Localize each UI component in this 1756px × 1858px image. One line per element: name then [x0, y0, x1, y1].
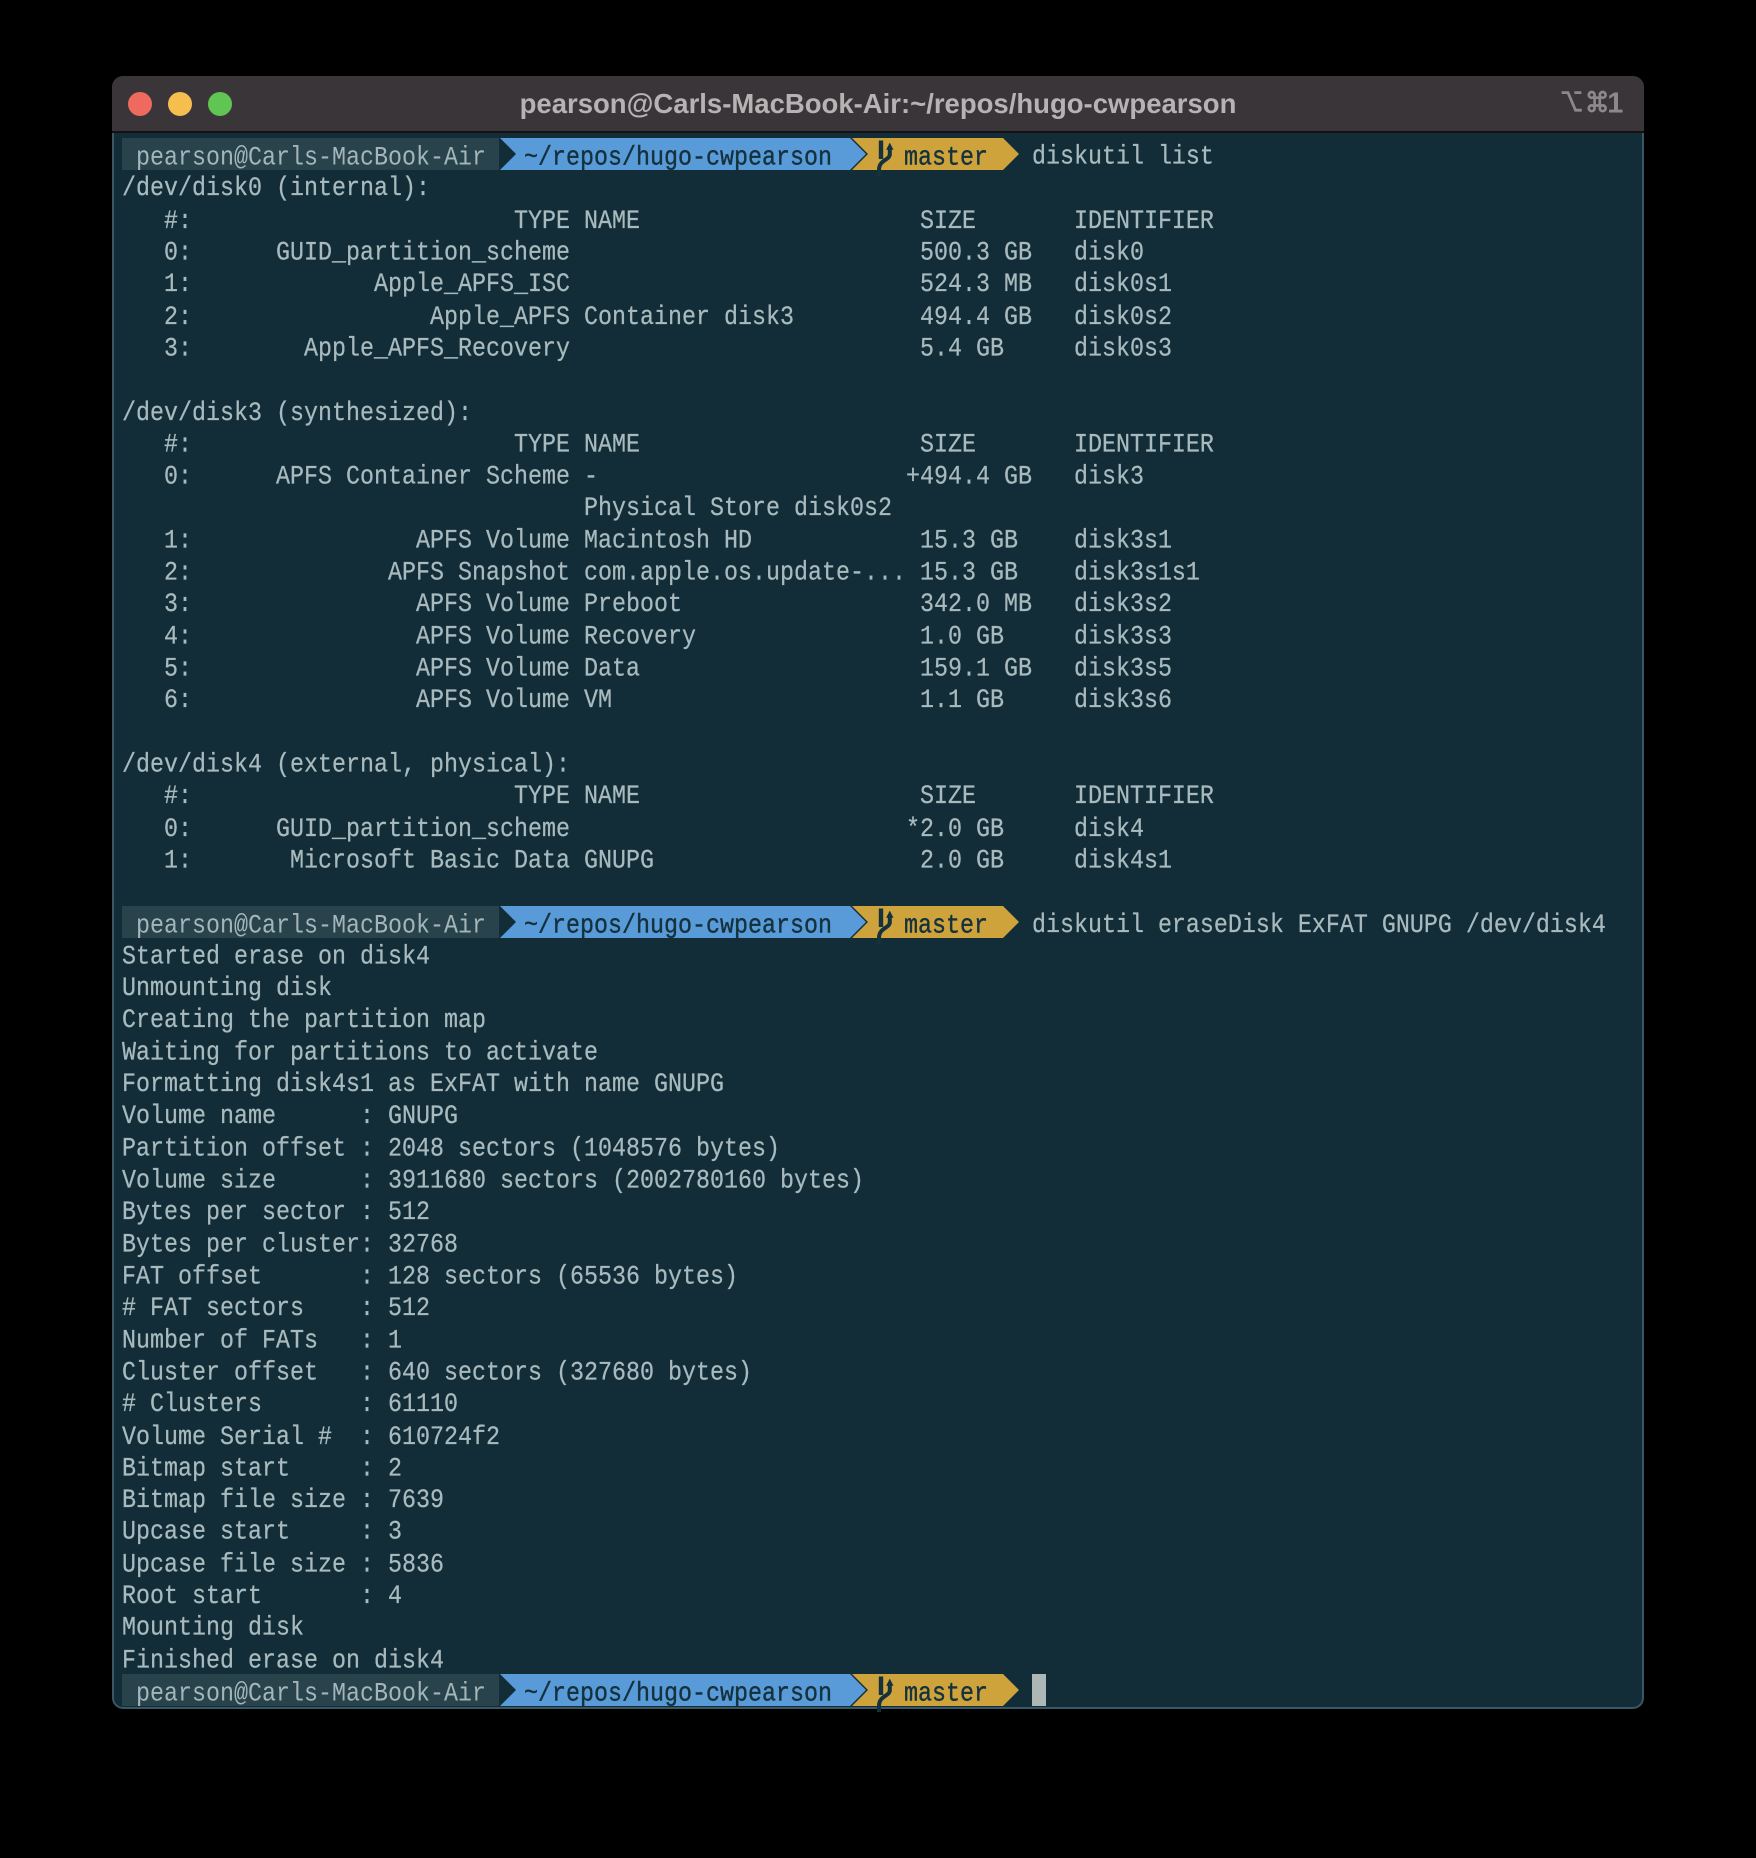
svg-text:1: 1 [1607, 88, 1623, 118]
